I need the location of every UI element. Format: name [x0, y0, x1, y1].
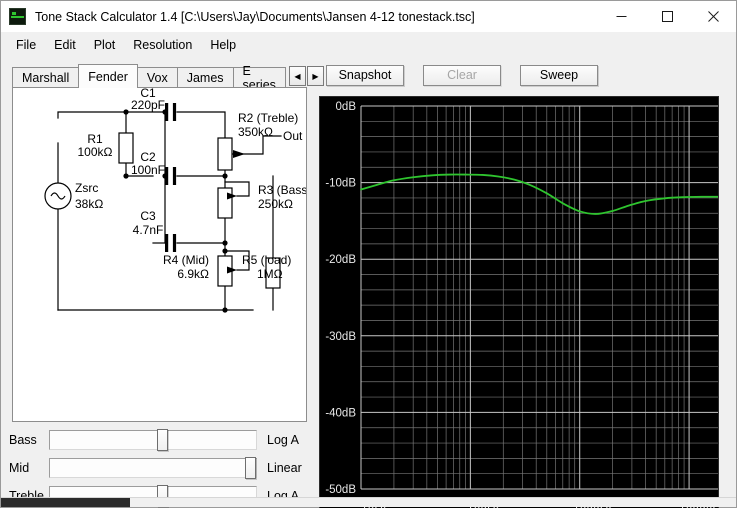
- label-r3-ref: R3 (Bass): [258, 183, 306, 197]
- slider-label-bass: Bass: [9, 433, 37, 447]
- label-c2-value: 100nF: [131, 163, 165, 177]
- label-r5-ref: R5 (load): [242, 253, 291, 267]
- slider-row-mid: Mid Linear: [1, 456, 317, 480]
- tab-fender[interactable]: Fender: [78, 64, 138, 88]
- label-c2-ref: C2: [140, 150, 156, 164]
- waveform-icon: [9, 8, 26, 25]
- left-pane: Marshall Fender Vox James E series ◀ ▶ C…: [1, 56, 324, 507]
- menu-item-file[interactable]: File: [7, 35, 45, 55]
- menu-item-resolution[interactable]: Resolution: [124, 35, 201, 55]
- label-r2-ref: R2 (Treble): [238, 111, 298, 125]
- slider-bass[interactable]: [49, 429, 257, 451]
- label-r1-value: 100kΩ: [78, 145, 113, 159]
- slider-thumb-mid[interactable]: [245, 457, 256, 479]
- slider-groove-mid: [49, 458, 257, 478]
- maximize-button[interactable]: [644, 1, 690, 33]
- sweep-button[interactable]: Sweep: [520, 64, 598, 86]
- label-r1-ref: R1: [87, 132, 103, 146]
- menu-item-help[interactable]: Help: [201, 35, 245, 55]
- resistor-r1: [118, 132, 134, 164]
- title-bar: Tone Stack Calculator 1.4 [C:\Users\Jay\…: [1, 1, 736, 33]
- label-c3-value: 4.7nF: [133, 223, 164, 237]
- window-controls: [598, 1, 736, 33]
- slider-mid[interactable]: [49, 457, 257, 479]
- clear-button[interactable]: Clear: [423, 64, 501, 86]
- menu-item-plot[interactable]: Plot: [85, 35, 125, 55]
- label-c3-ref: C3: [140, 209, 156, 223]
- minimize-button[interactable]: [598, 1, 644, 33]
- slider-taper-mid: Linear: [267, 461, 302, 475]
- window-title: Tone Stack Calculator 1.4 [C:\Users\Jay\…: [35, 9, 475, 24]
- tab-marshall[interactable]: Marshall: [12, 67, 80, 88]
- resistor-r3-bass: [217, 187, 233, 219]
- tab-vox[interactable]: Vox: [136, 67, 178, 88]
- schematic-panel: C1 220pF R1 100kΩ C2 100nF R2 (Treble) 3…: [12, 87, 307, 422]
- plot-y-tick-label: 0dB: [336, 101, 357, 113]
- plot-y-tick-label: -30dB: [325, 331, 356, 343]
- slider-groove-bass: [49, 430, 257, 450]
- slider-taper-bass: Log A: [267, 433, 299, 447]
- plot-y-tick-label: -50dB: [325, 484, 356, 496]
- main-content: Marshall Fender Vox James E series ◀ ▶ C…: [1, 56, 736, 508]
- slider-label-mid: Mid: [9, 461, 30, 475]
- tab-james[interactable]: James: [176, 67, 234, 88]
- label-r3-value: 250kΩ: [258, 197, 293, 211]
- label-zsrc-ref: Zsrc: [75, 181, 98, 195]
- plot-y-tick-label: -10dB: [325, 178, 356, 190]
- tab-e-series[interactable]: E series: [232, 64, 286, 92]
- label-r4-value: 6.9kΩ: [177, 267, 209, 281]
- ac-source-symbol: [44, 182, 72, 210]
- tone-controls: Bass Log A Mid Linear Treble Log A: [1, 428, 317, 508]
- plot-canvas: 0dB-10dB-20dB-30dB-40dB-50dB 10Hz100Hz10…: [320, 97, 718, 508]
- menu-item-edit[interactable]: Edit: [45, 35, 85, 55]
- label-output: Out: [283, 129, 303, 143]
- capacitor-c1: [165, 103, 177, 121]
- slider-thumb-bass[interactable]: [157, 429, 168, 451]
- label-zsrc-value: 38kΩ: [75, 197, 103, 211]
- capacitor-c2: [165, 167, 177, 185]
- snapshot-button[interactable]: Snapshot: [326, 64, 404, 86]
- frequency-response-plot[interactable]: 0dB-10dB-20dB-30dB-40dB-50dB 10Hz100Hz10…: [319, 96, 719, 508]
- close-button[interactable]: [690, 1, 736, 33]
- status-bar: [1, 497, 736, 507]
- plot-y-tick-label: -20dB: [325, 254, 356, 266]
- circuit-schematic: C1 220pF R1 100kΩ C2 100nF R2 (Treble) 3…: [44, 88, 306, 313]
- label-r2-value: 350kΩ: [238, 125, 273, 139]
- label-r5-value: 1MΩ: [257, 267, 283, 281]
- scroll-left-icon[interactable]: ◀: [288, 66, 306, 86]
- right-pane: Snapshot Clear Sweep 0dB -10dB -20dB -30dB -…: [317, 56, 736, 508]
- slider-row-bass: Bass Log A: [1, 428, 317, 452]
- resistor-r2-treble: [217, 137, 233, 171]
- label-r4-ref: R4 (Mid): [163, 253, 209, 267]
- plot-y-tick-label: -40dB: [325, 407, 356, 419]
- tab-bar: Marshall Fender Vox James E series ◀ ▶: [12, 64, 324, 92]
- plot-toolbar: Snapshot Clear Sweep: [317, 62, 736, 88]
- status-bar-fill: [1, 498, 130, 507]
- capacitor-c3: [165, 234, 177, 252]
- label-c1-value: 220pF: [131, 98, 165, 112]
- schematic-labels: C1 220pF R1 100kΩ C2 100nF R2 (Treble) 3…: [75, 88, 306, 281]
- application-window: Tone Stack Calculator 1.4 [C:\Users\Jay\…: [0, 0, 737, 508]
- schematic-junctions: [123, 109, 228, 313]
- menu-bar: File Edit Plot Resolution Help: [1, 33, 736, 56]
